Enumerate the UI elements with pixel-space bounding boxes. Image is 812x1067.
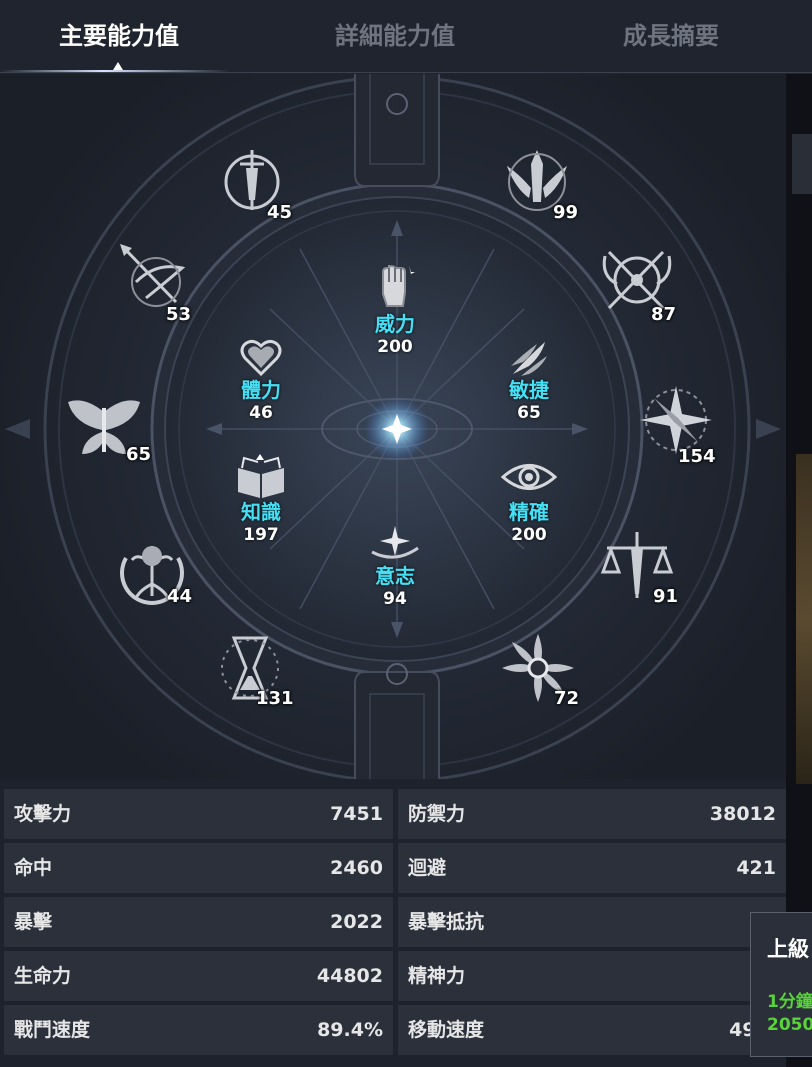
stat-label: 命中 — [14, 857, 53, 879]
stat-number: 2022 — [330, 911, 383, 933]
stat-value: 197 — [243, 525, 279, 545]
stat-name: 意志 — [375, 564, 415, 588]
hourglass-icon[interactable]: 131 — [210, 630, 294, 709]
bird-arrow-icon[interactable]: 53 — [116, 242, 196, 325]
tooltip-line-2: 2050 — [767, 1015, 812, 1035]
outer-stat-value: 45 — [267, 202, 293, 223]
edge-decoration-gold — [796, 454, 812, 784]
stat-number: 2460 — [330, 857, 383, 879]
table-row: 攻擊力 7451 防禦力 38012 — [4, 789, 786, 839]
stat-cell-move-speed[interactable]: 移動速度49.5 — [398, 1005, 786, 1055]
fist-icon — [382, 264, 415, 307]
outer-stat-value: 87 — [651, 304, 677, 325]
outer-stat-value: 154 — [678, 446, 716, 467]
crossed-scythes-icon[interactable]: 87 — [597, 242, 677, 325]
stat-number: 89.4% — [317, 1019, 383, 1041]
stat-value: 46 — [249, 403, 273, 423]
swirl-sun-icon[interactable]: 72 — [498, 630, 580, 709]
table-row: 命中 2460 迴避 421 — [4, 843, 786, 893]
stat-value: 65 — [517, 403, 541, 423]
stat-precision[interactable]: 精確 200 — [479, 454, 579, 546]
tooltip-title: 上級 — [767, 937, 809, 961]
stat-cell-critical[interactable]: 暴擊 2022 — [4, 897, 393, 947]
heart-icon — [240, 339, 282, 377]
stat-number: 7451 — [330, 803, 383, 825]
stat-cell-mp[interactable]: 精神力60 — [398, 951, 786, 1001]
edge-decoration — [792, 134, 812, 194]
spark-icon — [371, 526, 419, 559]
stat-label: 戰鬥速度 — [14, 1019, 91, 1041]
stat-number: 44802 — [316, 965, 383, 987]
outer-stat-value: 131 — [256, 688, 294, 709]
stat-vitality[interactable]: 體力 46 — [211, 336, 311, 424]
stat-willpower[interactable]: 意志 94 — [345, 524, 445, 610]
feather-icon — [511, 342, 547, 376]
table-row: 暴擊 2022 暴擊抵抗9 — [4, 897, 786, 947]
outer-stat-value: 99 — [553, 202, 579, 223]
stat-number: 421 — [736, 857, 776, 879]
tab-growth-summary[interactable]: 成長摘要 — [556, 0, 786, 70]
stat-cell-defense[interactable]: 防禦力 38012 — [398, 789, 786, 839]
scales-icon[interactable]: 91 — [597, 528, 679, 607]
stat-cell-evasion[interactable]: 迴避 421 — [398, 843, 786, 893]
outer-stat-value: 65 — [126, 444, 152, 465]
stat-knowledge[interactable]: 知識 197 — [211, 454, 311, 546]
stat-cell-combat-speed[interactable]: 戰鬥速度 89.4% — [4, 1005, 393, 1055]
stat-agility[interactable]: 敏捷 65 — [479, 336, 579, 424]
tab-main-stats[interactable]: 主要能力值 — [0, 0, 238, 70]
stat-label: 攻擊力 — [14, 803, 72, 825]
stat-name: 體力 — [241, 378, 281, 402]
sword-emblem-icon[interactable]: 45 — [212, 144, 293, 223]
stat-value: 94 — [383, 589, 407, 609]
stat-cell-attack[interactable]: 攻擊力 7451 — [4, 789, 393, 839]
compass-star-icon[interactable]: 154 — [636, 382, 716, 467]
book-icon — [238, 454, 284, 498]
stat-label: 暴擊 — [14, 911, 53, 933]
outer-stat-value: 44 — [167, 586, 193, 607]
tooltip-line-1: 1分鐘 — [767, 992, 812, 1012]
outer-stat-value: 91 — [653, 586, 679, 607]
stat-value: 200 — [511, 525, 547, 545]
stat-label: 生命力 — [14, 965, 72, 987]
table-row: 生命力 44802 精神力60 — [4, 951, 786, 1001]
stat-power[interactable]: 威力 200 — [345, 264, 445, 358]
eye-icon — [501, 464, 557, 490]
butterfly-icon[interactable]: 65 — [64, 392, 151, 468]
tree-crescent-icon[interactable]: 44 — [112, 534, 192, 610]
tab-bar: 主要能力值 詳細能力值 成長摘要 — [0, 0, 812, 74]
stat-cell-hp[interactable]: 生命力 44802 — [4, 951, 393, 1001]
outer-stat-value: 53 — [166, 304, 192, 325]
stat-cell-accuracy[interactable]: 命中 2460 — [4, 843, 393, 893]
stat-name: 威力 — [375, 312, 415, 336]
stat-label: 暴擊抵抗 — [408, 911, 485, 933]
stat-name: 敏捷 — [509, 378, 549, 402]
stat-label: 迴避 — [408, 857, 447, 879]
stat-name: 知識 — [241, 500, 281, 524]
stat-value: 200 — [377, 337, 413, 357]
tab-detailed-stats[interactable]: 詳細能力值 — [278, 0, 512, 70]
tabs-divider — [0, 72, 812, 73]
active-tab-marker — [113, 62, 123, 70]
stat-label: 防禦力 — [408, 803, 466, 825]
stat-label: 精神力 — [408, 965, 466, 987]
outer-stat-value: 72 — [554, 688, 580, 709]
stat-name: 精確 — [509, 500, 549, 524]
stat-number: 38012 — [709, 803, 776, 825]
stat-cell-critical-resist[interactable]: 暴擊抵抗9 — [398, 897, 786, 947]
table-row: 戰鬥速度 89.4% 移動速度49.5 — [4, 1005, 786, 1055]
stat-label: 移動速度 — [408, 1019, 485, 1041]
hover-tooltip: 上級 1分鐘 2050 — [750, 912, 812, 1057]
winged-sword-icon[interactable]: 99 — [497, 144, 579, 223]
stat-dial: 45 99 53 87 65 154 44 91 131 72 威力 200 體… — [0, 74, 786, 779]
